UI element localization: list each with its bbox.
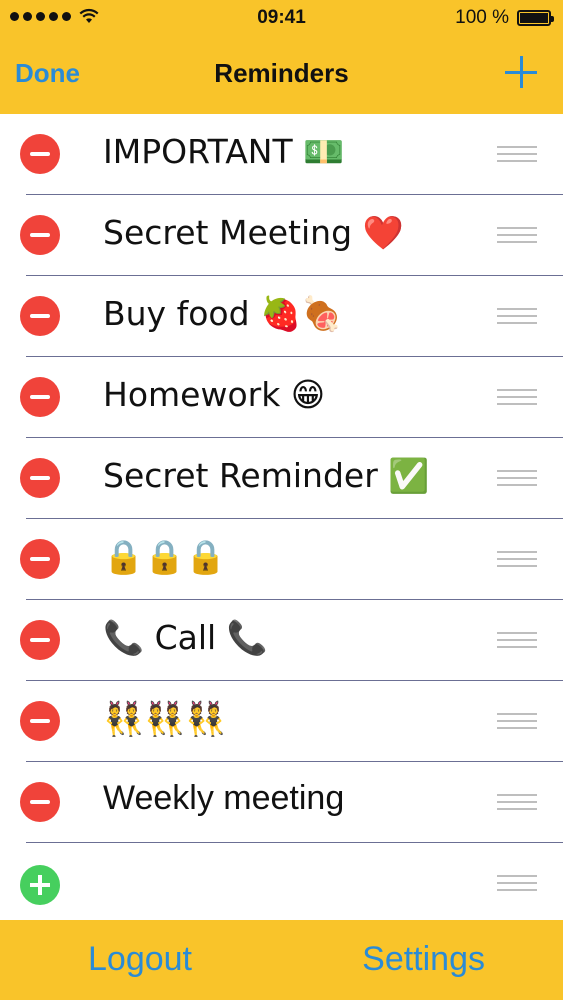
battery-percentage: 100 %: [455, 7, 509, 28]
reminder-label: Homework 😁: [103, 375, 326, 414]
status-bar: 09:41 100 %: [0, 0, 563, 36]
delete-icon[interactable]: [20, 539, 60, 579]
delete-icon[interactable]: [20, 134, 60, 174]
battery-icon: [517, 10, 554, 26]
list-item[interactable]: 📞 Call 📞: [0, 600, 563, 681]
reminder-label: Weekly meeting: [103, 779, 345, 817]
reorder-handle-icon[interactable]: [497, 146, 537, 162]
list-item[interactable]: 👯👯👯: [0, 681, 563, 762]
delete-icon[interactable]: [20, 701, 60, 741]
reminders-list: IMPORTANT 💵 Secret Meeting ❤️ Buy food 🍓…: [0, 114, 563, 920]
logout-button[interactable]: Logout: [88, 940, 192, 979]
list-item[interactable]: IMPORTANT 💵: [0, 114, 563, 195]
list-item[interactable]: Secret Reminder ✅: [0, 438, 563, 519]
list-item[interactable]: 🔒🔒🔒: [0, 519, 563, 600]
reminder-label: Buy food 🍓🍖: [103, 294, 343, 333]
plus-icon[interactable]: [505, 56, 537, 88]
reorder-handle-icon[interactable]: [497, 632, 537, 648]
reminder-label: 🔒🔒🔒: [103, 537, 227, 576]
reorder-handle-icon[interactable]: [497, 389, 537, 405]
list-item[interactable]: Secret Meeting ❤️: [0, 195, 563, 276]
settings-button[interactable]: Settings: [362, 940, 485, 979]
list-item[interactable]: Buy food 🍓🍖: [0, 276, 563, 357]
list-item[interactable]: Homework 😁: [0, 357, 563, 438]
reorder-handle-icon[interactable]: [497, 875, 537, 891]
delete-icon[interactable]: [20, 782, 60, 822]
delete-icon[interactable]: [20, 458, 60, 498]
navigation-bar: Done Reminders: [0, 36, 563, 114]
reorder-handle-icon[interactable]: [497, 308, 537, 324]
reminder-label: Secret Reminder ✅: [103, 456, 430, 495]
page-title: Reminders: [214, 58, 349, 88]
bottom-toolbar: Logout Settings: [0, 920, 563, 1000]
reminder-label: IMPORTANT 💵: [103, 132, 345, 171]
reorder-handle-icon[interactable]: [497, 227, 537, 243]
reminder-label: 👯👯👯: [103, 699, 227, 738]
reorder-handle-icon[interactable]: [497, 551, 537, 567]
reminder-label: Secret Meeting ❤️: [103, 213, 404, 252]
delete-icon[interactable]: [20, 620, 60, 660]
delete-icon[interactable]: [20, 296, 60, 336]
reorder-handle-icon[interactable]: [497, 794, 537, 810]
reorder-handle-icon[interactable]: [497, 470, 537, 486]
list-item[interactable]: Weekly meeting: [0, 762, 563, 843]
delete-icon[interactable]: [20, 377, 60, 417]
reminder-label: 📞 Call 📞: [103, 618, 268, 657]
delete-icon[interactable]: [20, 215, 60, 255]
add-icon[interactable]: [20, 865, 60, 905]
new-reminder-row[interactable]: [0, 843, 563, 924]
reorder-handle-icon[interactable]: [497, 713, 537, 729]
